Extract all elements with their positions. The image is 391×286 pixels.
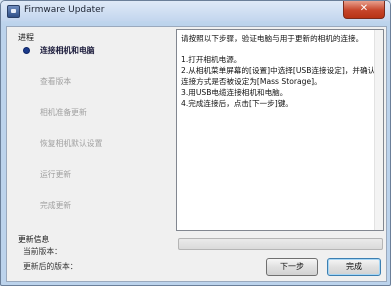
updated-version-label: 更新后的版本： — [23, 262, 78, 271]
instruction-gap — [181, 44, 380, 54]
dialog-body: 进程 连接相机和电脑 查看版本 相机准备更新 恢复相机默认设置 运行更新 完成更… — [6, 26, 387, 282]
progress-section-title: 进程 — [18, 33, 34, 42]
step-check-version: 查看版本 — [40, 77, 72, 86]
current-version-label: 当前版本： — [23, 247, 62, 256]
next-button[interactable]: 下一步 — [266, 258, 318, 276]
instructions-scrollbar[interactable] — [374, 30, 383, 230]
instruction-line: 请按照以下步骤，验证电脑与用于更新的相机的连接。 — [181, 34, 364, 43]
close-button[interactable]: ✕ — [343, 1, 385, 19]
instruction-line: 2.从相机菜单屏幕的[设置]中选择[USB连接设定]，并确认连接方式是否被设定为… — [181, 66, 376, 86]
firmware-updater-window: Firmware Updater ✕ 进程 连接相机和电脑 查看版本 相机准备更… — [0, 0, 391, 286]
progress-bar — [178, 238, 383, 250]
step-connect: 连接相机和电脑 — [40, 46, 95, 55]
app-icon — [7, 5, 20, 18]
finish-button[interactable]: 完成 — [327, 258, 381, 276]
instructions-text: 请按照以下步骤，验证电脑与用于更新的相机的连接。 1.打开相机电源。 2.从相机… — [177, 30, 383, 109]
step-finish-update: 完成更新 — [40, 201, 72, 210]
instruction-line: 4.完成连接后，点击[下一步]键。 — [181, 99, 293, 108]
step-prepare: 相机准备更新 — [40, 108, 87, 117]
update-info-area: 更新信息 当前版本： 更新后的版本： 下一步 完成 — [7, 232, 386, 281]
title-bar[interactable]: Firmware Updater ✕ — [1, 1, 390, 21]
instructions-box[interactable]: 请按照以下步骤，验证电脑与用于更新的相机的连接。 1.打开相机电源。 2.从相机… — [176, 29, 384, 231]
step-restore-defaults: 恢复相机默认设置 — [40, 139, 103, 148]
bullet-icon — [23, 47, 30, 54]
window-title: Firmware Updater — [24, 5, 105, 15]
instruction-line: 1.打开相机电源。 — [181, 55, 242, 64]
update-info-title: 更新信息 — [18, 235, 50, 244]
instruction-line: 3.用USB电缆连接相机和电脑。 — [181, 88, 288, 97]
step-run-update: 运行更新 — [40, 170, 72, 179]
progress-panel: 进程 连接相机和电脑 查看版本 相机准备更新 恢复相机默认设置 运行更新 完成更… — [7, 27, 176, 231]
close-icon: ✕ — [359, 3, 369, 14]
